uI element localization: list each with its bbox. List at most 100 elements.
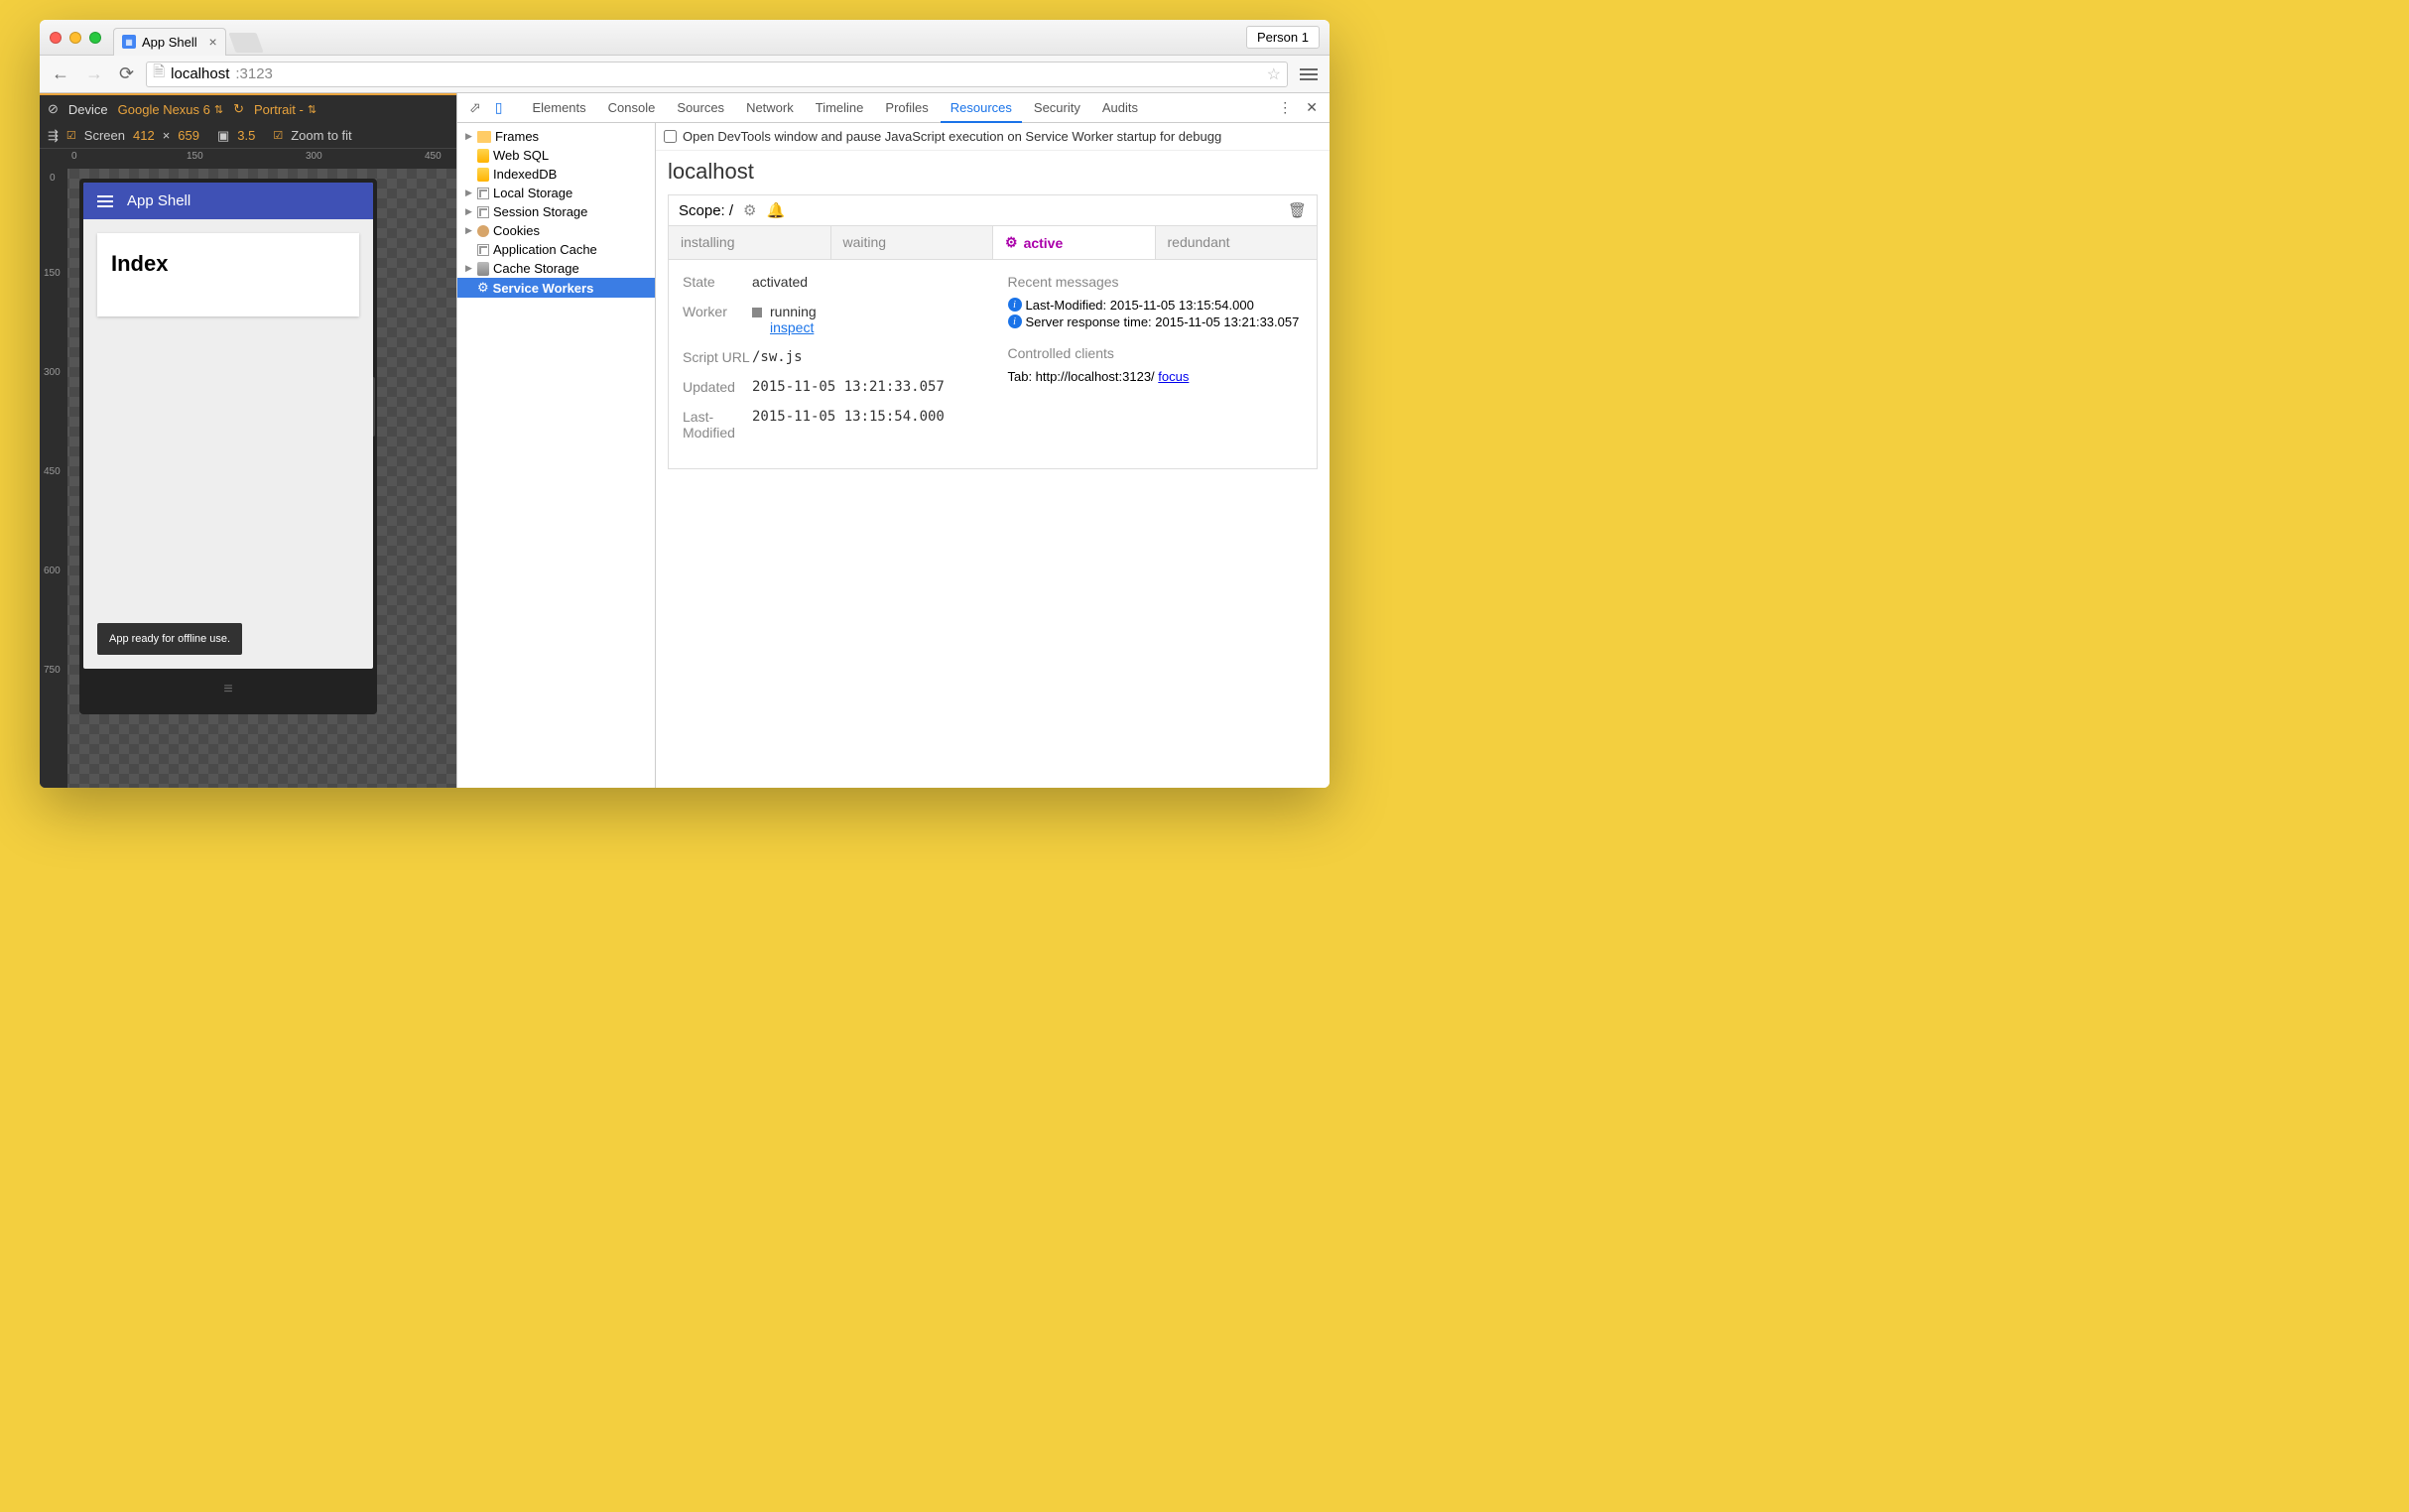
kebab-icon[interactable]: ⋮ bbox=[1272, 95, 1298, 120]
close-window[interactable] bbox=[50, 32, 62, 44]
sidebar-frames[interactable]: ▶Frames bbox=[457, 127, 655, 146]
zoom-label: Zoom to fit bbox=[291, 128, 351, 143]
tab-timeline[interactable]: Timeline bbox=[806, 94, 874, 121]
forward-button[interactable]: → bbox=[81, 62, 107, 86]
gear-icon[interactable]: ⚙ bbox=[743, 201, 756, 219]
focus-link[interactable]: focus bbox=[1158, 369, 1189, 384]
tab-elements[interactable]: Elements bbox=[522, 94, 595, 121]
lastmod-value: 2015-11-05 13:15:54.000 bbox=[752, 409, 978, 441]
pause-on-start-checkbox[interactable] bbox=[664, 130, 677, 143]
sidebar-app-cache[interactable]: Application Cache bbox=[457, 240, 655, 259]
screen-label: Screen bbox=[84, 128, 125, 143]
zoom-window[interactable] bbox=[89, 32, 101, 44]
cache-icon bbox=[477, 262, 489, 276]
devtools-body: ▶Frames Web SQL IndexedDB ▶Local Storage… bbox=[457, 123, 1330, 788]
device-frame: App Shell Index App ready for offline us… bbox=[79, 179, 377, 714]
device-screen[interactable]: App Shell Index App ready for offline us… bbox=[83, 183, 373, 669]
banner-text: Open DevTools window and pause JavaScrip… bbox=[683, 129, 1221, 144]
resources-sidebar: ▶Frames Web SQL IndexedDB ▶Local Storage… bbox=[457, 123, 656, 788]
sidebar-session-storage[interactable]: ▶Session Storage bbox=[457, 202, 655, 221]
tab-profiles[interactable]: Profiles bbox=[875, 94, 938, 121]
sidebar-indexeddb[interactable]: IndexedDB bbox=[457, 165, 655, 184]
tab-network[interactable]: Network bbox=[736, 94, 804, 121]
sw-tab-installing[interactable]: installing bbox=[669, 226, 831, 259]
sw-tab-active[interactable]: ⚙active bbox=[993, 226, 1156, 259]
device-nav-bar: ≡ bbox=[83, 675, 373, 704]
ruler-vertical: 0 150 300 450 600 750 bbox=[40, 169, 67, 788]
favicon-icon: ▦ bbox=[122, 35, 136, 49]
reload-button[interactable]: ⟳ bbox=[115, 62, 138, 86]
sidebar-local-storage[interactable]: ▶Local Storage bbox=[457, 184, 655, 202]
screen-checkbox[interactable]: ☑ bbox=[66, 129, 76, 142]
stop-icon[interactable] bbox=[752, 308, 762, 317]
url-port: :3123 bbox=[235, 65, 273, 82]
device-mode-pane: ⊘ Device Google Nexus 6 ↻ Portrait - ⇶ ☑… bbox=[40, 93, 456, 788]
cookie-icon bbox=[477, 225, 489, 237]
sw-tab-redundant[interactable]: redundant bbox=[1156, 226, 1318, 259]
tab-audits[interactable]: Audits bbox=[1092, 94, 1148, 121]
address-bar[interactable]: 🗎 localhost:3123 ☆ bbox=[146, 62, 1288, 87]
storage-icon bbox=[477, 206, 489, 218]
scrollbar[interactable] bbox=[371, 377, 375, 437]
trash-icon[interactable]: 🗑 bbox=[1288, 201, 1307, 219]
bell-icon[interactable]: 🔔 bbox=[767, 201, 786, 219]
tab-security[interactable]: Security bbox=[1024, 94, 1090, 121]
screen-height[interactable]: 659 bbox=[178, 128, 199, 143]
database-icon bbox=[477, 168, 489, 182]
worker-value: runninginspect bbox=[752, 304, 978, 335]
sw-startup-banner: Open DevTools window and pause JavaScrip… bbox=[656, 123, 1330, 151]
sidebar-cache-storage[interactable]: ▶Cache Storage bbox=[457, 259, 655, 278]
dpr-value[interactable]: 3.5 bbox=[237, 128, 255, 143]
app-header: App Shell bbox=[83, 183, 373, 219]
tab-title: App Shell bbox=[142, 35, 197, 50]
card-heading: Index bbox=[111, 251, 345, 277]
rotate-icon[interactable]: ↻ bbox=[233, 101, 244, 117]
stagger-icon[interactable]: ⇶ bbox=[48, 128, 59, 144]
scope-label: Scope: / bbox=[679, 202, 733, 219]
minimize-window[interactable] bbox=[69, 32, 81, 44]
browser-tab[interactable]: ▦ App Shell × bbox=[113, 28, 226, 56]
inspect-icon[interactable]: ⬀ bbox=[463, 95, 487, 120]
close-tab-icon[interactable]: × bbox=[208, 34, 216, 50]
bookmark-icon[interactable]: ☆ bbox=[1267, 64, 1281, 84]
chrome-menu-icon[interactable] bbox=[1300, 68, 1318, 80]
devtools-tabs: ⬀ ▯ Elements Console Sources Network Tim… bbox=[457, 93, 1330, 123]
tab-console[interactable]: Console bbox=[598, 94, 666, 121]
device-toolbar: ⊘ Device Google Nexus 6 ↻ Portrait - bbox=[40, 93, 456, 123]
recent-msgs-heading: Recent messages bbox=[1008, 274, 1304, 290]
new-tab-button[interactable] bbox=[228, 33, 263, 53]
sw-tab-waiting[interactable]: waiting bbox=[831, 226, 994, 259]
device-toolbar-2: ⇶ ☑ Screen 412 × 659 ▣ 3.5 ☑ Zoom to fit bbox=[40, 123, 456, 149]
tab-resources[interactable]: Resources bbox=[941, 94, 1022, 123]
device-toggle-icon[interactable]: ▯ bbox=[489, 95, 509, 120]
profile-button[interactable]: Person 1 bbox=[1246, 26, 1320, 49]
sidebar-cookies[interactable]: ▶Cookies bbox=[457, 221, 655, 240]
close-devtools-icon[interactable]: ✕ bbox=[1300, 95, 1324, 120]
content-area: ⊘ Device Google Nexus 6 ↻ Portrait - ⇶ ☑… bbox=[40, 93, 1330, 788]
sw-left-column: Stateactivated Workerrunninginspect Scri… bbox=[683, 274, 978, 454]
storage-icon bbox=[477, 244, 489, 256]
zoom-checkbox[interactable]: ☑ bbox=[273, 129, 283, 142]
resources-main: Open DevTools window and pause JavaScrip… bbox=[656, 123, 1330, 788]
screen-width[interactable]: 412 bbox=[133, 128, 155, 143]
sw-state-tabs: installing waiting ⚙active redundant bbox=[668, 225, 1318, 259]
sidebar-service-workers[interactable]: ⚙Service Workers bbox=[457, 278, 655, 298]
no-entry-icon[interactable]: ⊘ bbox=[48, 101, 59, 117]
back-button[interactable]: ← bbox=[48, 62, 73, 86]
tab-sources[interactable]: Sources bbox=[667, 94, 734, 121]
storage-icon bbox=[477, 188, 489, 199]
gear-icon: ⚙ bbox=[1005, 234, 1018, 251]
device-viewport: 0 150 300 450 0 150 300 450 600 750 bbox=[40, 149, 456, 788]
sw-right-column: Recent messages iLast-Modified: 2015-11-… bbox=[1008, 274, 1304, 454]
inspect-link[interactable]: inspect bbox=[770, 319, 814, 335]
dpr-icon: ▣ bbox=[217, 128, 229, 144]
state-value: activated bbox=[752, 274, 978, 290]
ruler-horizontal: 0 150 300 450 bbox=[67, 149, 456, 169]
device-select[interactable]: Google Nexus 6 bbox=[118, 102, 223, 117]
sw-details-panel: Stateactivated Workerrunninginspect Scri… bbox=[668, 259, 1318, 469]
updated-key: Updated bbox=[683, 379, 752, 395]
orientation-select[interactable]: Portrait - bbox=[254, 102, 317, 117]
sidebar-websql[interactable]: Web SQL bbox=[457, 146, 655, 165]
hamburger-icon[interactable] bbox=[97, 195, 113, 207]
script-value: /sw.js bbox=[752, 349, 978, 365]
